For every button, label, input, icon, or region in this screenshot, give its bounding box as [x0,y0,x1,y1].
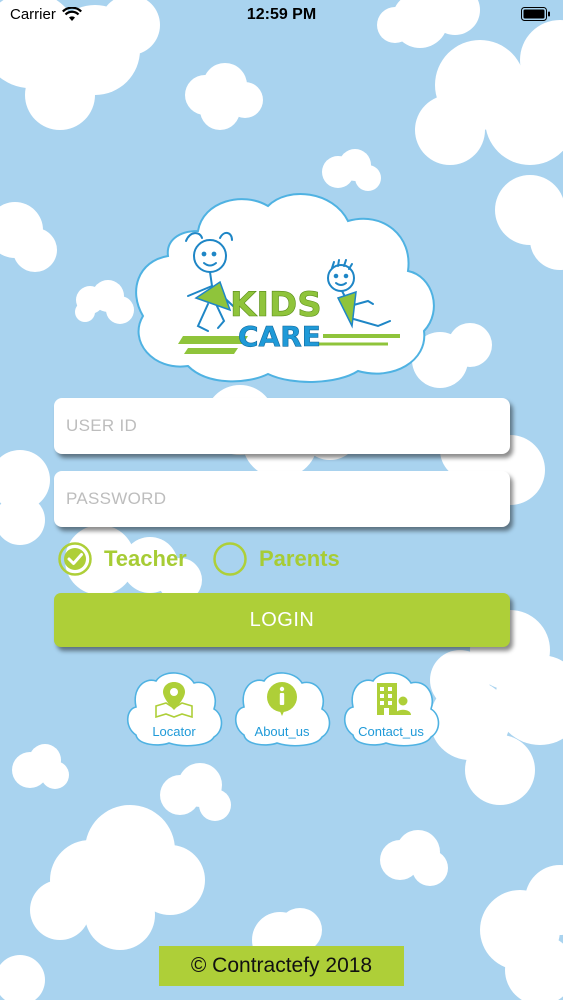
logo-word-kids: KIDS [230,285,322,325]
status-bar: Carrier 12:59 PM [0,0,563,30]
radio-checked-icon [58,542,92,576]
password-input[interactable] [54,471,510,527]
role-label-parents: Parents [259,546,340,571]
contact-us-button[interactable]: Contact_us [341,667,441,747]
contact-us-label: Contact_us [358,724,424,739]
about-us-button[interactable]: About_us [232,667,332,747]
status-time: 12:59 PM [246,6,317,23]
map-pin-icon [155,682,193,718]
user-id-field-container [54,398,510,454]
role-radio-teacher[interactable]: Teacher [58,542,187,576]
login-screen: Carrier 12:59 PM KIDS CARE USER ID Teach… [0,0,563,1000]
radio-unchecked-icon [213,542,247,576]
copyright-footer: © Contractefy 2018 [159,946,404,986]
role-radio-parents[interactable]: Parents [213,542,340,576]
contact-building-icon [377,683,411,715]
battery-icon [521,7,550,21]
locator-label: Locator [152,724,196,739]
password-field-container [54,471,510,527]
kids-care-logo: KIDS CARE [135,193,435,383]
role-label-teacher: Teacher [104,546,187,571]
about-us-label: About_us [254,724,310,739]
login-button[interactable]: LOGIN [54,593,510,647]
user-id-input[interactable] [54,398,510,454]
locator-button[interactable]: Locator [124,667,224,747]
logo-word-care: CARE [238,320,321,353]
info-icon [267,682,297,716]
